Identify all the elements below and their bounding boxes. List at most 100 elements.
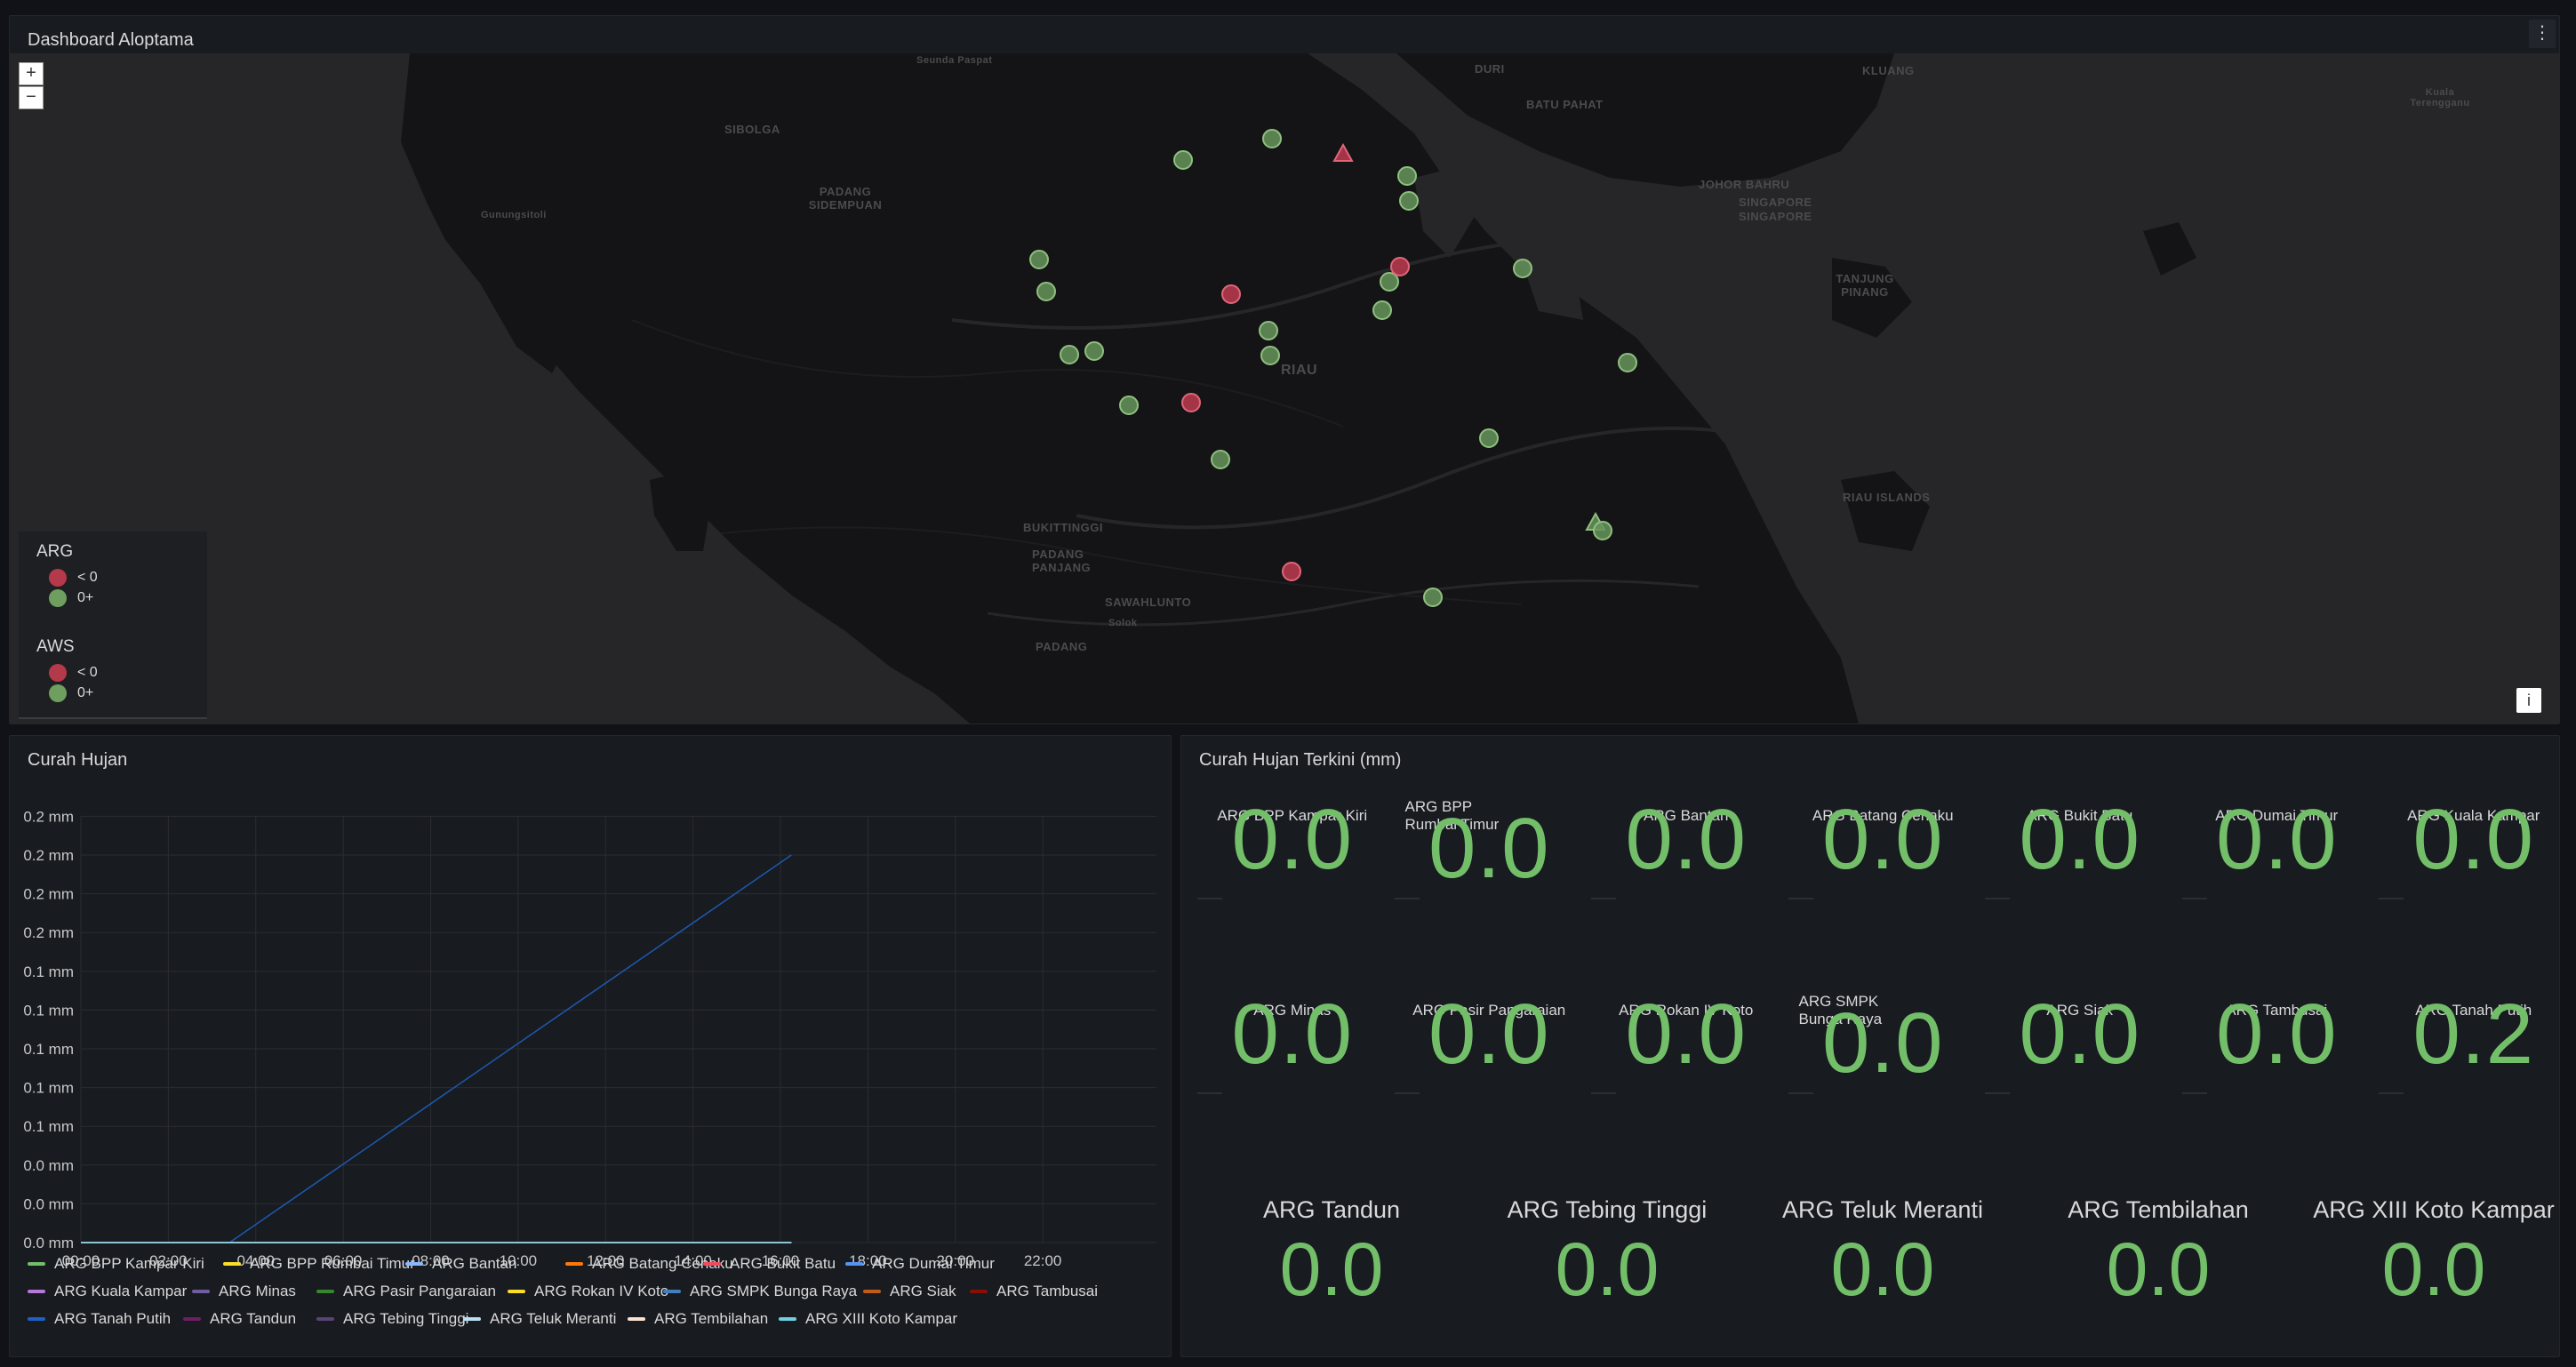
station-marker-ok[interactable]: [1479, 428, 1499, 448]
legend-item[interactable]: ARG Tebing Tinggi: [316, 1310, 468, 1328]
legend-item[interactable]: ARG Rokan IV Koto: [508, 1283, 668, 1300]
station-marker-ok[interactable]: [1119, 396, 1139, 415]
stat-name: ARG Tebing Tinggi: [1507, 1196, 1708, 1223]
legend-item[interactable]: ARG Bukit Batu: [703, 1255, 836, 1273]
map-info-icon[interactable]: i: [2516, 688, 2541, 713]
legend-item[interactable]: ARG Minas: [192, 1283, 296, 1300]
station-marker-alert[interactable]: [1332, 142, 1354, 162]
stat-divider: [2379, 898, 2404, 899]
y-tick-label: 0.0 mm: [23, 1195, 74, 1212]
map-area[interactable]: + − Seunda Paspat SIBOLGA Gunungsitoli P…: [10, 53, 2559, 723]
legend-label: ARG Tebing Tinggi: [343, 1310, 469, 1327]
stat-name: ARG Tandun: [1262, 1196, 1401, 1223]
legend-label: ARG Dumai Timur: [872, 1255, 995, 1272]
legend-label: ARG Teluk Meranti: [490, 1310, 617, 1327]
legend-swatch: [28, 1290, 45, 1293]
station-marker-ok[interactable]: [1029, 250, 1049, 269]
stat-value: 0.0: [2019, 987, 2140, 1082]
stat-value: 0.0: [2381, 1227, 2486, 1311]
legend-item[interactable]: ARG Teluk Meranti: [463, 1310, 616, 1328]
stat-value: 0.0: [1830, 1227, 1935, 1311]
legend-label: ARG XIII Koto Kampar: [805, 1310, 958, 1327]
stat-divider: [1591, 1092, 1616, 1094]
rainfall-line-chart[interactable]: 0.2 mm 0.2 mm 0.2 mm 0.2 mm 0.1 mm 0.1 mm 0.1 …: [10, 771, 1171, 1287]
stat-value: 0.0: [1231, 987, 1353, 1082]
station-marker-alert[interactable]: [1282, 562, 1301, 581]
station-marker-ok[interactable]: [1084, 341, 1104, 361]
stat-panel: Curah Hujan Terkini (mm) ARG BPP Kampar …: [1180, 735, 2560, 1357]
stat-divider: [2181, 1092, 2207, 1094]
station-marker-alert[interactable]: [1181, 393, 1201, 412]
legend-label: ARG BPP Rumbai Timur: [250, 1255, 415, 1272]
stat-value: 0.2: [2412, 987, 2534, 1082]
legend-swatch: [192, 1290, 210, 1293]
legend-item: 0+: [49, 684, 189, 702]
legend-label: 0+: [77, 590, 94, 605]
station-marker-ok[interactable]: [1260, 346, 1280, 365]
station-marker-ok[interactable]: [1618, 353, 1637, 372]
station-marker-ok[interactable]: [1593, 521, 1612, 540]
y-tick-label: 0.1 mm: [23, 1118, 74, 1135]
legend-label: ARG Kuala Kampar: [54, 1283, 188, 1299]
legend-item[interactable]: ARG Siak: [863, 1283, 956, 1300]
legend-item[interactable]: ARG Bantan: [405, 1255, 516, 1273]
stat-divider: [1394, 1092, 1420, 1094]
stat-name: ARG Tembilahan: [2068, 1196, 2249, 1223]
y-tick-label: 0.0 mm: [23, 1157, 74, 1174]
legend-swatch: [703, 1262, 721, 1266]
legend-swatch: [663, 1290, 681, 1293]
station-marker-ok[interactable]: [1060, 345, 1079, 364]
station-marker-ok[interactable]: [1423, 588, 1443, 607]
legend-item[interactable]: ARG Tandun: [183, 1310, 296, 1328]
legend-label: ARG Tembilahan: [654, 1310, 769, 1327]
legend-item[interactable]: ARG Tambusai: [970, 1283, 1098, 1300]
legend-label: ARG Bukit Batu: [730, 1255, 836, 1272]
station-marker-alert[interactable]: [1221, 284, 1241, 304]
panel-menu-icon[interactable]: ⋮: [2529, 20, 2556, 48]
stat-divider: [1197, 1092, 1222, 1094]
legend-item[interactable]: ARG Tanah Putih: [28, 1310, 171, 1328]
legend-swatch: [779, 1317, 796, 1321]
stat-value: 0.0: [1555, 1227, 1660, 1311]
stat-value: 0.0: [1625, 792, 1747, 887]
stat-value: 0.0: [2216, 792, 2338, 887]
legend-swatch: [223, 1262, 241, 1266]
station-marker-ok[interactable]: [1262, 129, 1282, 148]
station-marker-alert[interactable]: [1390, 257, 1410, 276]
legend-swatch: [508, 1290, 525, 1293]
station-marker-ok[interactable]: [1380, 272, 1399, 292]
legend-item[interactable]: ARG Kuala Kampar: [28, 1283, 187, 1300]
station-marker-ok[interactable]: [1173, 150, 1193, 170]
y-tick-label: 0.0 mm: [23, 1235, 74, 1251]
legend-swatch: [316, 1317, 334, 1321]
stat-divider: [1394, 898, 1420, 899]
station-marker-ok[interactable]: [1211, 450, 1230, 469]
map-panel: Dashboard Aloptama ⋮ + − Seunda Paspat S…: [9, 15, 2560, 724]
station-marker-ok[interactable]: [1259, 321, 1278, 340]
stat-name: ARG XIII Koto Kampar: [2313, 1196, 2555, 1223]
legend-item[interactable]: ARG Pasir Pangaraian: [316, 1283, 496, 1300]
y-tick-label: 0.1 mm: [23, 1002, 74, 1019]
station-marker-ok[interactable]: [1513, 259, 1532, 278]
legend-item[interactable]: ARG BPP Kampar Kiri: [28, 1255, 204, 1273]
legend-label: ARG BPP Kampar Kiri: [54, 1255, 204, 1272]
panel-title: Curah Hujan: [28, 750, 128, 770]
legend-item: < 0: [49, 569, 189, 587]
legend-item[interactable]: ARG Dumai Timur: [845, 1255, 995, 1273]
panel-title: Dashboard Aloptama: [28, 30, 194, 50]
legend-item[interactable]: ARG Tembilahan: [628, 1310, 768, 1328]
y-tick-label: 0.2 mm: [23, 847, 74, 864]
y-tick-label: 0.1 mm: [23, 963, 74, 980]
legend-label: ARG Rokan IV Koto: [534, 1283, 669, 1299]
stat-value: 0.0: [2019, 792, 2140, 887]
legend-swatch: [405, 1262, 423, 1266]
stat-value: 0.0: [1822, 995, 1944, 1091]
station-marker-ok[interactable]: [1397, 166, 1417, 186]
station-marker-ok[interactable]: [1036, 282, 1056, 301]
legend-item[interactable]: ARG SMPK Bunga Raya: [663, 1283, 857, 1300]
legend-item[interactable]: ARG XIII Koto Kampar: [779, 1310, 957, 1328]
station-marker-ok[interactable]: [1399, 191, 1419, 211]
legend-swatch: [28, 1262, 45, 1266]
station-marker-ok[interactable]: [1372, 300, 1392, 320]
legend-item[interactable]: ARG BPP Rumbai Timur: [223, 1255, 415, 1273]
